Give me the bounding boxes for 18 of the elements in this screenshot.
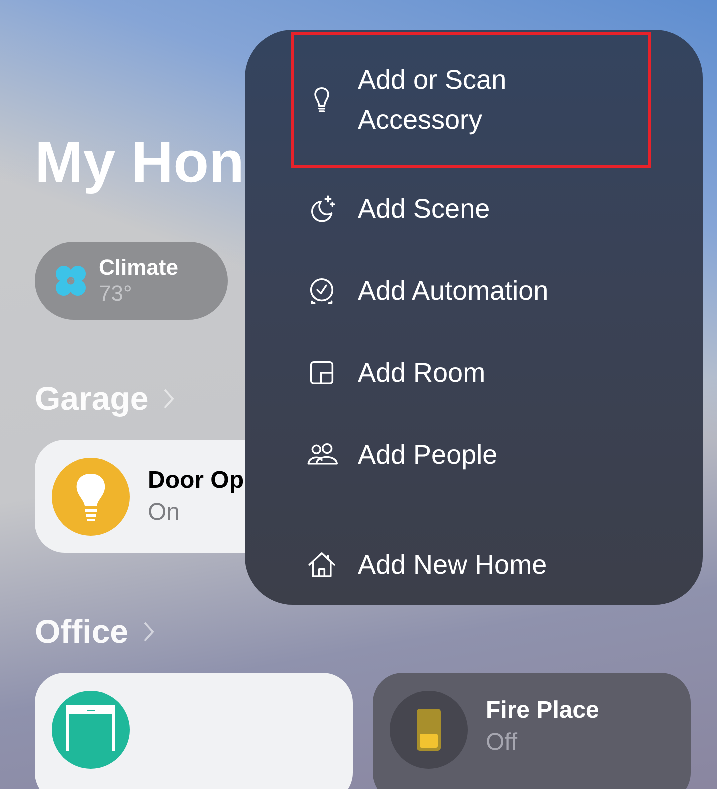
lightbulb-icon — [52, 458, 130, 536]
switch-icon — [390, 691, 468, 769]
menu-item[interactable]: Add Automation — [291, 250, 564, 332]
fan-icon — [53, 263, 89, 299]
accessory-name: Door Op — [148, 466, 244, 496]
accessory-name: Fire Place — [486, 696, 600, 726]
door-icon — [52, 691, 130, 769]
menu-item[interactable]: Add Room — [291, 332, 501, 414]
accessory-status: Off — [486, 728, 519, 758]
tile-label: Climate — [99, 255, 178, 281]
accessory-tile[interactable]: Fire Place Off — [373, 673, 691, 789]
accessory-tile[interactable] — [35, 673, 353, 789]
home-title: My Hon — [35, 129, 244, 197]
menu-item[interactable]: Add or Scan Accessory — [291, 32, 651, 168]
menu-item[interactable]: Add Scene — [291, 168, 506, 250]
chevron-icon — [162, 388, 175, 410]
accessory-status: On — [148, 498, 182, 528]
chevron-icon — [142, 621, 155, 643]
